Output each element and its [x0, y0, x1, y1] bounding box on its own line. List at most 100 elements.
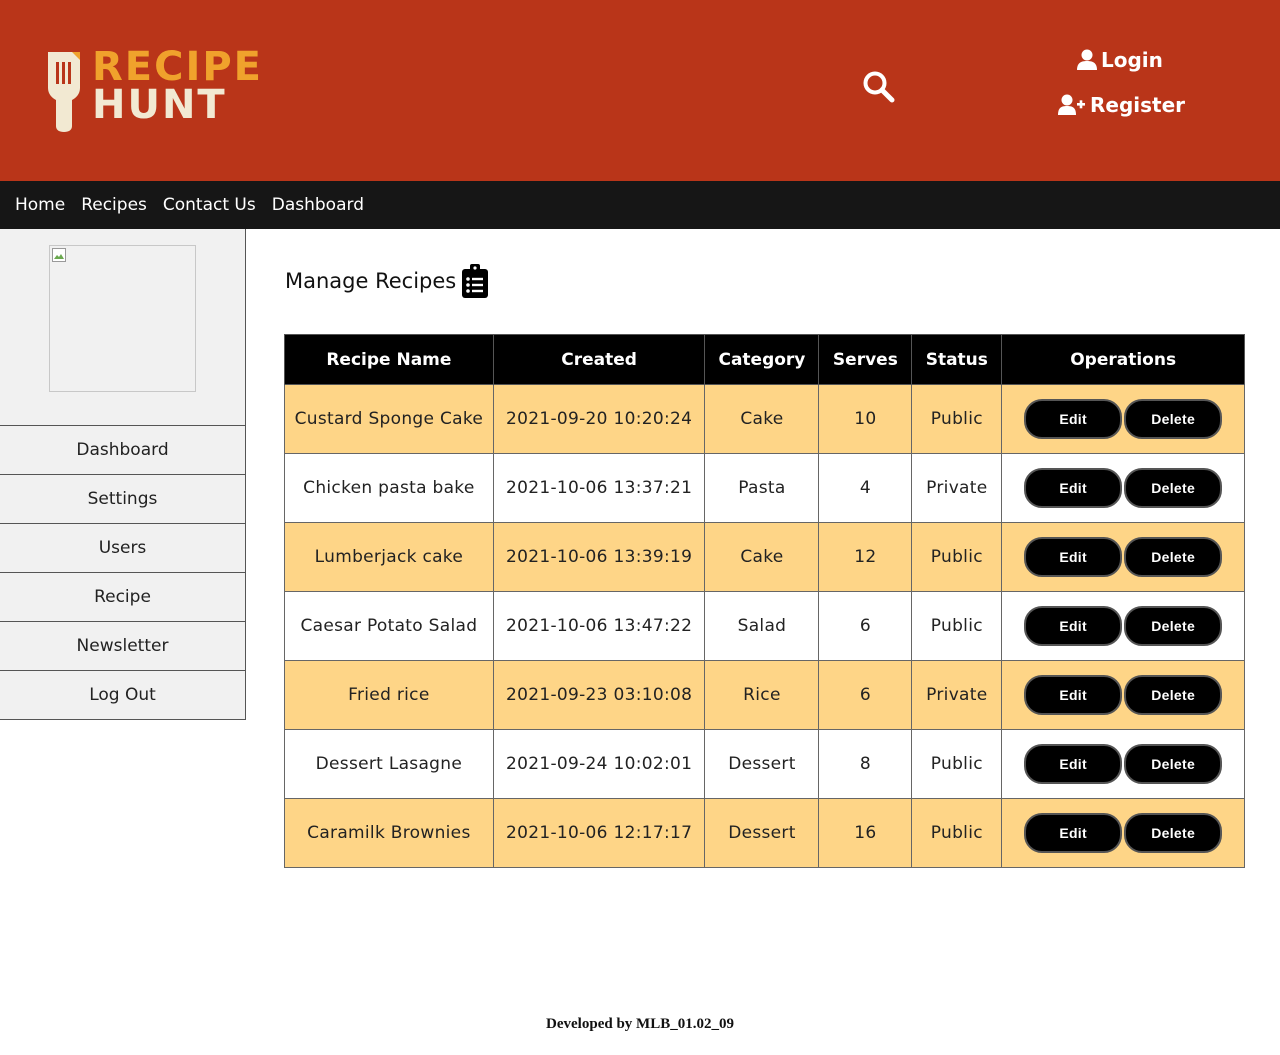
- cell-recipe-name: Chicken pasta bake: [284, 453, 494, 523]
- cell-operations: Edit Delete: [1001, 729, 1245, 799]
- delete-button[interactable]: Delete: [1124, 813, 1223, 853]
- cell-category: Pasta: [704, 453, 820, 523]
- spatula-icon: [48, 52, 80, 132]
- delete-button[interactable]: Delete: [1124, 675, 1223, 715]
- cell-serves: 6: [818, 660, 913, 730]
- cell-created: 2021-10-06 12:17:17: [492, 798, 706, 868]
- cell-serves: 6: [818, 591, 913, 661]
- table-row: Dessert Lasagne 2021-09-24 10:02:01 Dess…: [284, 729, 1245, 799]
- nav-recipes[interactable]: Recipes: [81, 195, 155, 215]
- table-row: Caramilk Brownies 2021-10-06 12:17:17 De…: [284, 798, 1245, 868]
- table-header-row: Recipe Name Created Category Serves Stat…: [284, 334, 1245, 385]
- cell-category: Dessert: [704, 798, 820, 868]
- main-nav: Home Recipes Contact Us Dashboard: [0, 181, 1280, 229]
- edit-button[interactable]: Edit: [1024, 468, 1123, 508]
- cell-created: 2021-10-06 13:37:21: [492, 453, 706, 523]
- column-header-operations: Operations: [1001, 334, 1245, 385]
- user-plus-icon: [1058, 94, 1085, 115]
- cell-created: 2021-09-20 10:20:24: [492, 384, 706, 454]
- cell-created: 2021-10-06 13:47:22: [492, 591, 706, 661]
- column-header-category[interactable]: Category: [704, 334, 820, 385]
- cell-serves: 16: [818, 798, 913, 868]
- register-link[interactable]: Register: [1058, 93, 1185, 117]
- table-row: Custard Sponge Cake 2021-09-20 10:20:24 …: [284, 384, 1245, 454]
- sidebar-item-dashboard[interactable]: Dashboard: [0, 425, 245, 474]
- sidebar-menu: Dashboard Settings Users Recipe Newslett…: [0, 425, 245, 719]
- search-icon: [863, 71, 895, 103]
- login-label: Login: [1101, 48, 1163, 72]
- edit-button[interactable]: Edit: [1024, 675, 1123, 715]
- avatar: [49, 245, 196, 392]
- edit-button[interactable]: Edit: [1024, 813, 1123, 853]
- cell-recipe-name: Custard Sponge Cake: [284, 384, 494, 454]
- logo-wordmark: RECIPE HUNT: [92, 44, 264, 128]
- sidebar-item-logout[interactable]: Log Out: [0, 670, 245, 719]
- login-link[interactable]: Login: [1077, 48, 1163, 72]
- logo-line-hunt: HUNT: [92, 82, 227, 128]
- cell-status: Public: [911, 522, 1003, 592]
- column-header-serves[interactable]: Serves: [818, 334, 913, 385]
- cell-status: Public: [911, 798, 1003, 868]
- sidebar-item-users[interactable]: Users: [0, 523, 245, 572]
- cell-operations: Edit Delete: [1001, 522, 1245, 592]
- site-header: RECIPE HUNT Login Register: [0, 0, 1280, 181]
- cell-serves: 8: [818, 729, 913, 799]
- cell-operations: Edit Delete: [1001, 798, 1245, 868]
- cell-status: Public: [911, 729, 1003, 799]
- cell-serves: 12: [818, 522, 913, 592]
- table-row: Caesar Potato Salad 2021-10-06 13:47:22 …: [284, 591, 1245, 661]
- cell-category: Dessert: [704, 729, 820, 799]
- delete-button[interactable]: Delete: [1124, 399, 1223, 439]
- column-header-status[interactable]: Status: [911, 334, 1003, 385]
- footer-credit: Developed by MLB_01.02_09: [546, 1016, 734, 1032]
- nav-home[interactable]: Home: [15, 195, 73, 215]
- sidebar-item-settings[interactable]: Settings: [0, 474, 245, 523]
- cell-operations: Edit Delete: [1001, 660, 1245, 730]
- cell-status: Public: [911, 591, 1003, 661]
- cell-recipe-name: Dessert Lasagne: [284, 729, 494, 799]
- column-header-recipe-name[interactable]: Recipe Name: [284, 334, 494, 385]
- cell-category: Salad: [704, 591, 820, 661]
- edit-button[interactable]: Edit: [1024, 744, 1123, 784]
- sidebar-item-newsletter[interactable]: Newsletter: [0, 621, 245, 670]
- sidebar-item-recipe[interactable]: Recipe: [0, 572, 245, 621]
- logo-line-recipe: RECIPE: [92, 44, 264, 90]
- delete-button[interactable]: Delete: [1124, 744, 1223, 784]
- cell-status: Public: [911, 384, 1003, 454]
- cell-created: 2021-09-24 10:02:01: [492, 729, 706, 799]
- nav-contact-us[interactable]: Contact Us: [163, 195, 264, 215]
- recipe-hunt-logo[interactable]: RECIPE HUNT: [42, 44, 264, 134]
- user-icon: [1077, 49, 1097, 70]
- cell-serves: 10: [818, 384, 913, 454]
- column-header-created[interactable]: Created: [492, 334, 706, 385]
- edit-button[interactable]: Edit: [1024, 399, 1123, 439]
- sidebar: Dashboard Settings Users Recipe Newslett…: [0, 229, 246, 720]
- cell-serves: 4: [818, 453, 913, 523]
- page-title: Manage Recipes: [285, 264, 489, 298]
- cell-category: Cake: [704, 522, 820, 592]
- cell-created: 2021-10-06 13:39:19: [492, 522, 706, 592]
- cell-operations: Edit Delete: [1001, 453, 1245, 523]
- page-title-text: Manage Recipes: [285, 269, 457, 293]
- delete-button[interactable]: Delete: [1124, 606, 1223, 646]
- search-button[interactable]: [862, 70, 896, 104]
- register-label: Register: [1090, 93, 1186, 117]
- edit-button[interactable]: Edit: [1024, 537, 1123, 577]
- clipboard-list-icon: [462, 264, 489, 298]
- table-row: Lumberjack cake 2021-10-06 13:39:19 Cake…: [284, 522, 1245, 592]
- cell-recipe-name: Caramilk Brownies: [284, 798, 494, 868]
- cell-recipe-name: Lumberjack cake: [284, 522, 494, 592]
- broken-image-icon: [52, 248, 66, 262]
- cell-operations: Edit Delete: [1001, 384, 1245, 454]
- table-row: Chicken pasta bake 2021-10-06 13:37:21 P…: [284, 453, 1245, 523]
- edit-button[interactable]: Edit: [1024, 606, 1123, 646]
- cell-category: Cake: [704, 384, 820, 454]
- nav-dashboard[interactable]: Dashboard: [272, 195, 372, 215]
- cell-category: Rice: [704, 660, 820, 730]
- cell-status: Private: [911, 660, 1003, 730]
- delete-button[interactable]: Delete: [1124, 537, 1223, 577]
- table-row: Fried rice 2021-09-23 03:10:08 Rice 6 Pr…: [284, 660, 1245, 730]
- cell-recipe-name: Fried rice: [284, 660, 494, 730]
- delete-button[interactable]: Delete: [1124, 468, 1223, 508]
- recipes-table: Recipe Name Created Category Serves Stat…: [284, 334, 1245, 868]
